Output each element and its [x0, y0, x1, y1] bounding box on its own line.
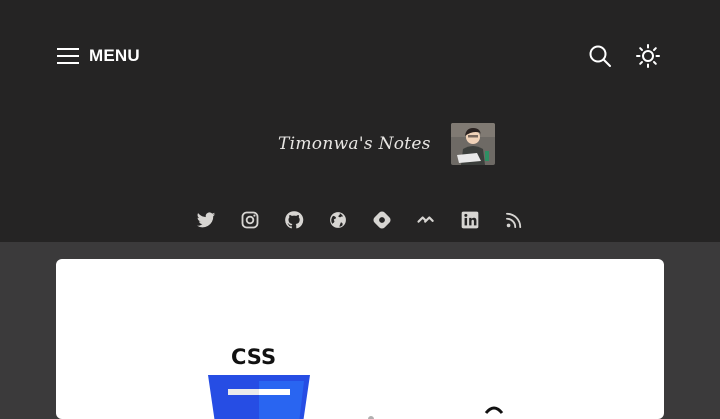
linkedin-icon[interactable]	[460, 210, 480, 230]
rss-icon[interactable]	[504, 210, 524, 230]
sun-icon[interactable]	[636, 44, 660, 68]
devto-icon[interactable]	[416, 210, 436, 230]
site-title[interactable]: Timonwa's Notes	[278, 134, 431, 154]
globe-icon[interactable]	[328, 210, 348, 230]
instagram-icon[interactable]	[240, 210, 260, 230]
site-header: MENU Timonwa's Notes	[0, 0, 720, 242]
site-brand[interactable]: Timonwa's Notes	[278, 122, 495, 166]
hashnode-icon[interactable]	[372, 210, 392, 230]
social-links	[196, 209, 524, 231]
hamburger-icon	[57, 48, 79, 64]
avatar[interactable]	[450, 123, 495, 165]
post-card[interactable]: CSS	[56, 259, 664, 419]
search-icon[interactable]	[588, 44, 612, 68]
post-cover-image: CSS	[208, 345, 504, 419]
menu-button[interactable]: MENU	[57, 44, 140, 68]
menu-label: MENU	[89, 46, 140, 65]
css-logo-icon: CSS	[208, 345, 310, 419]
logo-text: CSS	[231, 345, 276, 369]
github-icon[interactable]	[284, 210, 304, 230]
twitter-icon[interactable]	[196, 210, 216, 230]
